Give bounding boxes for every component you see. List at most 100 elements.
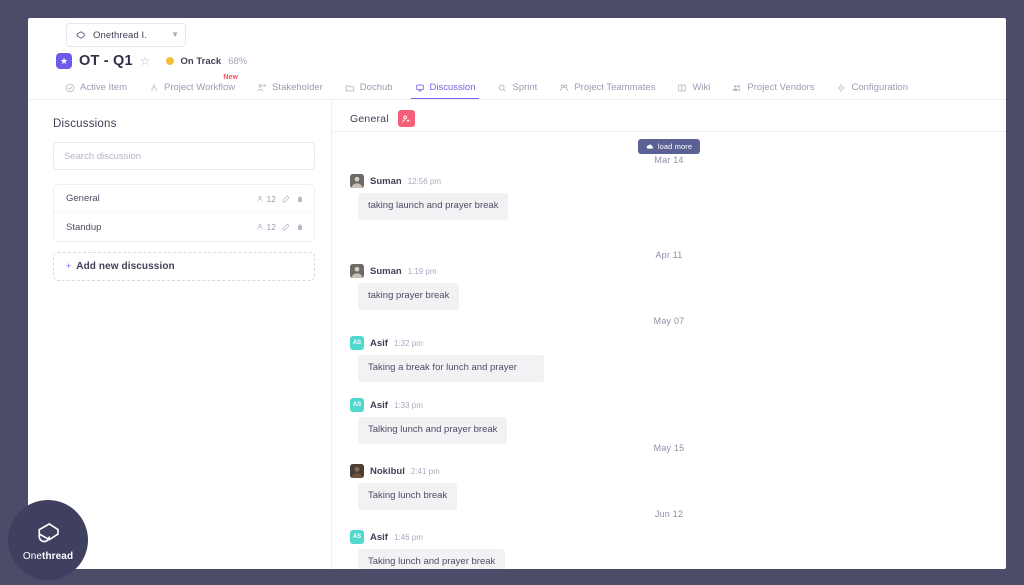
discussion-item-standup[interactable]: Standup 12: [54, 213, 314, 241]
date-separator: Apr 11: [332, 250, 1006, 260]
tab-label: Dochub: [360, 82, 393, 93]
message-author: Asif: [370, 400, 388, 411]
date-separator: May 07: [332, 316, 1006, 326]
add-discussion-label: Add new discussion: [76, 261, 174, 272]
tab-project-teammates[interactable]: Project Teammates: [548, 82, 666, 99]
avatar: AS: [350, 398, 364, 412]
message-scroll-area[interactable]: load more Mar 14 Suman 12:56 pm: [332, 132, 1006, 569]
add-person-icon[interactable]: [398, 110, 415, 127]
progress-percent: 68%: [228, 56, 247, 67]
chevron-down-icon[interactable]: ▼: [171, 31, 179, 39]
status-badge: On Track: [181, 56, 222, 67]
avatar: [350, 174, 364, 188]
trash-icon[interactable]: [296, 195, 304, 203]
avatar: AS: [350, 336, 364, 350]
discussion-name: General: [66, 193, 100, 204]
avatar: [350, 264, 364, 278]
message-text: Taking a break for lunch and prayer: [358, 355, 544, 382]
person-icon: [256, 195, 264, 203]
tab-sprint[interactable]: Sprint: [486, 82, 548, 99]
tab-wiki[interactable]: Wiki: [666, 82, 721, 99]
message-text: Talking lunch and prayer break: [358, 417, 507, 444]
avatar: AS: [350, 530, 364, 544]
message-text: Taking lunch and prayer break: [358, 549, 505, 569]
discussion-actions: 12: [256, 194, 304, 204]
tab-discussion[interactable]: Discussion: [404, 82, 487, 99]
message-time: 12:56 pm: [408, 177, 441, 186]
tab-label: Sprint: [512, 82, 537, 93]
message-text: taking prayer break: [358, 283, 459, 310]
onethread-brand-badge: Onethread: [8, 500, 88, 580]
search-discussion-input[interactable]: Search discussion: [53, 142, 315, 170]
plus-icon: +: [66, 262, 71, 271]
people-icon: [559, 83, 569, 93]
message-text: taking launch and prayer break: [358, 193, 508, 220]
message-author: Nokibul: [370, 466, 405, 477]
pencil-icon[interactable]: [282, 223, 290, 231]
star-outline-icon[interactable]: ☆: [140, 55, 151, 67]
discussion-actions: 12: [256, 222, 304, 232]
workspace-bar: Onethread I. ▼: [28, 18, 1006, 48]
gear-icon: [836, 83, 846, 93]
message-header: AS Asif 1:33 pm: [350, 398, 507, 412]
stakeholder-icon: [257, 83, 267, 93]
tab-label: Project Vendors: [747, 82, 814, 93]
message-header: Nokibul 2:41 pm: [350, 464, 457, 478]
workflow-icon: [149, 83, 159, 93]
tab-label: Active Item: [80, 82, 127, 93]
message-header: Suman 12:56 pm: [350, 174, 508, 188]
message-text: Taking lunch break: [358, 483, 457, 510]
tab-project-vendors[interactable]: Project Vendors: [721, 82, 825, 99]
tab-dochub[interactable]: Dochub: [334, 82, 404, 99]
discussion-icon: [415, 83, 425, 93]
workspace-selector[interactable]: Onethread I. ▼: [66, 23, 186, 47]
onethread-logo-icon: [73, 28, 88, 43]
load-more-wrap: load more: [332, 139, 1006, 154]
tab-active-item[interactable]: Active Item: [54, 82, 138, 99]
member-count: 12: [267, 194, 276, 204]
date-separator: Mar 14: [332, 155, 1006, 165]
message-header: AS Asif 1:32 pm: [350, 336, 544, 350]
check-circle-icon: [65, 83, 75, 93]
avatar-initials: AS: [353, 340, 361, 346]
message-time: 1:33 pm: [394, 401, 423, 410]
message-time: 1:19 pm: [408, 267, 437, 276]
load-more-button[interactable]: load more: [638, 139, 700, 154]
message-item: AS Asif 1:33 pm Talking lunch and prayer…: [350, 398, 507, 444]
workspace-name: Onethread I.: [93, 30, 147, 41]
brand-name: Onethread: [23, 551, 73, 562]
add-new-discussion-button[interactable]: + Add new discussion: [53, 252, 315, 281]
message-header: Suman 1:19 pm: [350, 264, 459, 278]
screenshot-root: Onethread I. ▼ ★ OT - Q1 ☆ On Track 68% …: [0, 0, 1024, 585]
message-author: Suman: [370, 266, 402, 277]
status-dot-icon: [166, 57, 174, 65]
message-item: AS Asif 1:32 pm Taking a break for lunch…: [350, 336, 544, 382]
message-item: AS Asif 1:46 pm Taking lunch and prayer …: [350, 530, 505, 569]
tab-stakeholder[interactable]: Stakeholder: [246, 82, 334, 99]
load-more-label: load more: [658, 142, 692, 151]
chat-panel: General load more: [331, 100, 1006, 569]
message-item: Nokibul 2:41 pm Taking lunch break: [350, 464, 457, 510]
search-icon: [497, 83, 507, 93]
sidebar-title: Discussions: [53, 118, 315, 130]
chat-header: General: [332, 100, 1006, 132]
project-nav-tabs: Active Item Project Workflow New Stakeho…: [28, 74, 1006, 100]
tab-label: Discussion: [430, 82, 476, 93]
discussion-list: General 12: [53, 184, 315, 242]
message-author: Suman: [370, 176, 402, 187]
tab-configuration[interactable]: Configuration: [825, 82, 919, 99]
vendors-icon: [732, 83, 742, 93]
chat-title: General: [350, 113, 389, 125]
avatar: [350, 464, 364, 478]
tab-label: Project Teammates: [574, 82, 655, 93]
message-author: Asif: [370, 532, 388, 543]
message-author: Asif: [370, 338, 388, 349]
pencil-icon[interactable]: [282, 195, 290, 203]
page-title: OT - Q1: [79, 53, 133, 69]
star-badge-icon: ★: [56, 53, 72, 69]
avatar-initials: AS: [353, 402, 361, 408]
trash-icon[interactable]: [296, 223, 304, 231]
discussion-item-general[interactable]: General 12: [54, 185, 314, 213]
tab-label: Wiki: [692, 82, 710, 93]
tab-project-workflow[interactable]: Project Workflow New: [138, 82, 246, 99]
